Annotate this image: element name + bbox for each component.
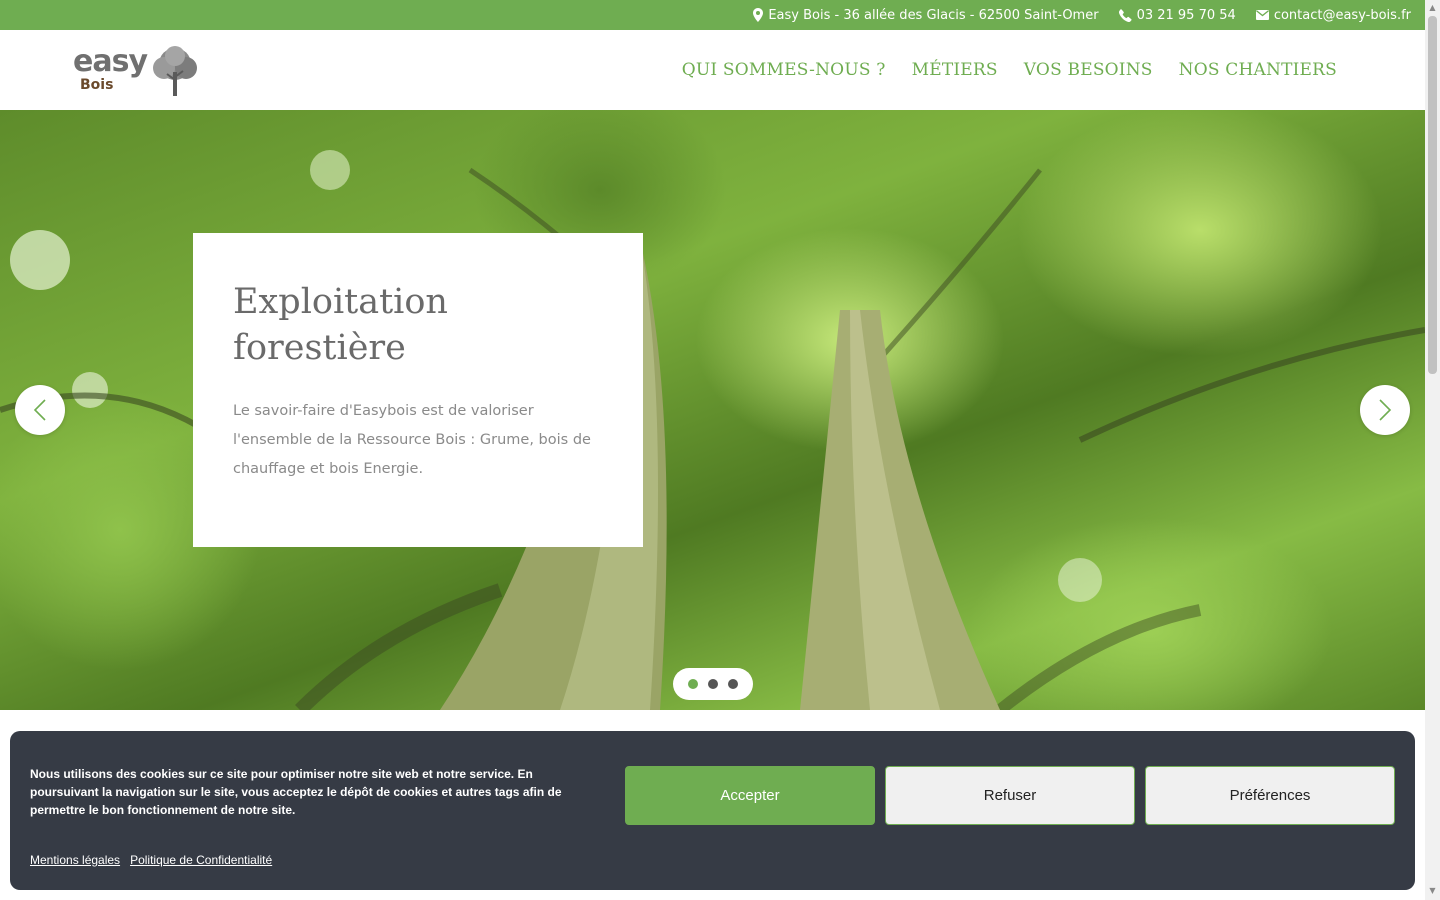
chevron-right-icon	[1379, 399, 1392, 421]
envelope-icon	[1255, 10, 1269, 20]
logo-word: easy	[73, 44, 148, 79]
phone-item[interactable]: 03 21 95 70 54	[1118, 7, 1236, 23]
phone-text: 03 21 95 70 54	[1136, 7, 1236, 23]
scrollbar-thumb[interactable]	[1428, 16, 1437, 374]
logo[interactable]: easy Bois	[73, 44, 203, 100]
slider-dot-3[interactable]	[728, 679, 738, 689]
slider-next-button[interactable]	[1360, 385, 1410, 435]
refuse-cookies-button[interactable]: Refuser	[885, 766, 1135, 825]
cookie-links: Mentions légales Politique de Confidenti…	[30, 853, 272, 867]
scroll-up-arrow[interactable]: ▲	[1428, 3, 1437, 13]
main-nav: QUI SOMMES-NOUS ? MÉTIERS VOS BESOINS NO…	[682, 30, 1337, 110]
slider-pagination	[673, 668, 753, 700]
cookie-message: Nous utilisons des cookies sur ce site p…	[30, 767, 562, 817]
privacy-policy-link[interactable]: Politique de Confidentialité	[130, 853, 272, 867]
slide-title-line2: forestière	[233, 328, 406, 368]
map-marker-icon	[753, 8, 764, 22]
nav-item-metiers[interactable]: MÉTIERS	[912, 60, 998, 80]
scroll-down-arrow[interactable]: ▼	[1428, 886, 1437, 896]
chevron-left-icon	[33, 399, 46, 421]
hero-slider: Exploitation forestière Le savoir-faire …	[0, 110, 1425, 710]
nav-item-nos-chantiers[interactable]: NOS CHANTIERS	[1179, 60, 1337, 80]
site-header: easy Bois QUI SOMMES-NOUS ? MÉTIERS VOS …	[0, 30, 1425, 110]
slide-title-line1: Exploitation	[233, 282, 448, 322]
legal-notice-link[interactable]: Mentions légales	[30, 853, 120, 867]
slide-text: Le savoir-faire d'Easybois est de valori…	[233, 403, 591, 477]
email-item[interactable]: contact@easy-bois.fr	[1255, 7, 1411, 23]
slide-caption: Exploitation forestière Le savoir-faire …	[193, 233, 643, 547]
page-scrollbar[interactable]: ▲ ▼	[1425, 0, 1440, 900]
phone-icon	[1118, 8, 1132, 22]
top-info-bar: Easy Bois - 36 allée des Glacis - 62500 …	[0, 0, 1425, 30]
slider-dot-1[interactable]	[688, 679, 698, 689]
cookie-banner: Nous utilisons des cookies sur ce site p…	[10, 731, 1415, 890]
logo-sub: Bois	[80, 77, 114, 93]
nav-item-vos-besoins[interactable]: VOS BESOINS	[1024, 60, 1153, 80]
tree-icon	[153, 46, 197, 96]
email-text: contact@easy-bois.fr	[1273, 7, 1411, 23]
slider-dot-2[interactable]	[708, 679, 718, 689]
address-item: Easy Bois - 36 allée des Glacis - 62500 …	[753, 7, 1099, 23]
slider-prev-button[interactable]	[15, 385, 65, 435]
accept-cookies-button[interactable]: Accepter	[625, 766, 875, 825]
cookie-preferences-button[interactable]: Préférences	[1145, 766, 1395, 825]
slide-title: Exploitation forestière	[233, 279, 603, 371]
address-text: Easy Bois - 36 allée des Glacis - 62500 …	[768, 7, 1099, 23]
nav-item-qui-sommes-nous[interactable]: QUI SOMMES-NOUS ?	[682, 60, 886, 80]
